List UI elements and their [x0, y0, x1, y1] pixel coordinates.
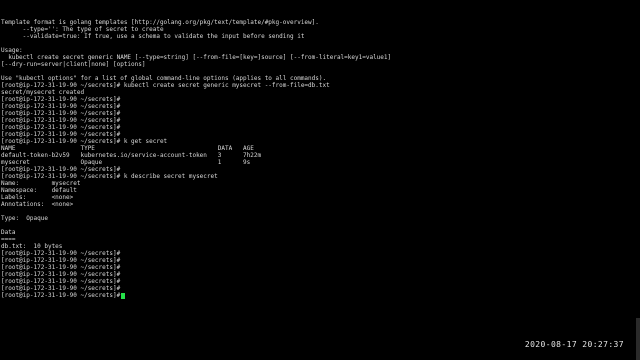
output-line: kubectl create secret generic NAME [--ty…	[1, 54, 392, 61]
output-line: [--dry-run=server|client|none] [options]	[1, 61, 146, 68]
text-cursor[interactable]	[121, 292, 126, 299]
terminal-window[interactable]: Template format is golang templates [htt…	[0, 0, 640, 360]
output-line: Namespace: default	[1, 187, 77, 194]
output-line: [root@ip-172-31-19-90 ~/secrets]#	[1, 166, 121, 173]
output-line: [root@ip-172-31-19-90 ~/secrets]#	[1, 278, 121, 285]
terminal-output: Template format is golang templates [htt…	[1, 19, 640, 292]
output-line: Usage:	[1, 47, 23, 54]
output-line: NAME TYPE DATA AGE	[1, 145, 254, 152]
output-line: ====	[1, 236, 16, 243]
command-prompt[interactable]: [root@ip-172-31-19-90 ~/secrets]#	[1, 292, 640, 299]
output-line: Name: mysecret	[1, 180, 81, 187]
output-line: Annotations: <none>	[1, 201, 74, 208]
output-line: [root@ip-172-31-19-90 ~/secrets]#	[1, 96, 121, 103]
output-line: [root@ip-172-31-19-90 ~/secrets]#	[1, 124, 121, 131]
output-line: [root@ip-172-31-19-90 ~/secrets]#	[1, 285, 121, 292]
output-line: [root@ip-172-31-19-90 ~/secrets]# k desc…	[1, 173, 218, 180]
output-line: [root@ip-172-31-19-90 ~/secrets]#	[1, 271, 121, 278]
output-line: --validate=true: If true, use a schema t…	[1, 33, 305, 40]
output-line: [root@ip-172-31-19-90 ~/secrets]#	[1, 110, 121, 117]
output-line: [root@ip-172-31-19-90 ~/secrets]# kubect…	[1, 82, 330, 89]
output-line: Type: Opaque	[1, 215, 48, 222]
output-line: [root@ip-172-31-19-90 ~/secrets]#	[1, 117, 121, 124]
scrollbar[interactable]	[636, 318, 640, 360]
output-line: [root@ip-172-31-19-90 ~/secrets]#	[1, 250, 121, 257]
recording-timestamp: 2020-08-17 20:27:37	[524, 340, 624, 349]
prompt-text: [root@ip-172-31-19-90 ~/secrets]#	[1, 292, 121, 299]
output-line: Use "kubectl options" for a list of glob…	[1, 75, 327, 82]
output-line: [root@ip-172-31-19-90 ~/secrets]# k get …	[1, 138, 168, 145]
output-line: --type='': The type of secret to create	[1, 26, 164, 33]
output-line: Template format is golang templates [htt…	[1, 19, 319, 26]
output-line: default-token-b2v59 kubernetes.io/servic…	[1, 152, 262, 159]
output-line: [root@ip-172-31-19-90 ~/secrets]#	[1, 264, 121, 271]
output-line: [root@ip-172-31-19-90 ~/secrets]#	[1, 103, 121, 110]
output-line: [root@ip-172-31-19-90 ~/secrets]#	[1, 131, 121, 138]
output-line: [root@ip-172-31-19-90 ~/secrets]#	[1, 257, 121, 264]
output-line: secret/mysecret created	[1, 89, 85, 96]
output-line: Labels: <none>	[1, 194, 74, 201]
output-line: mysecret Opaque 1 9s	[1, 159, 251, 166]
output-line: db.txt: 10 bytes	[1, 243, 63, 250]
output-line: Data	[1, 229, 16, 236]
